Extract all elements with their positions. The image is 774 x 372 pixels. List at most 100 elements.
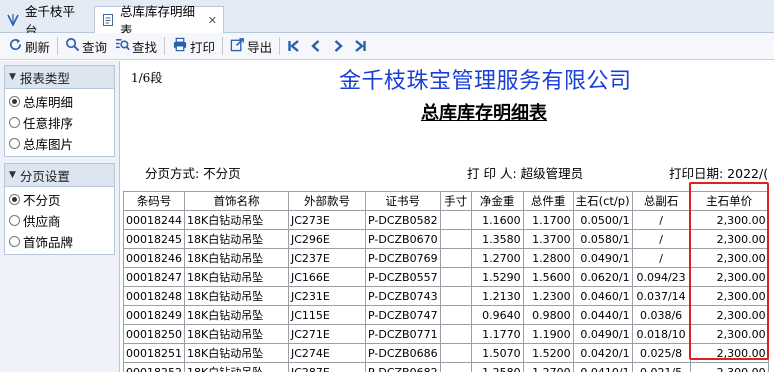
table-cell: 1.5290: [470, 267, 524, 287]
report-type-options: 总库明细 任意排序 总库图片: [4, 89, 115, 157]
first-page-button[interactable]: [283, 35, 305, 57]
tab-inventory-detail[interactable]: 总库库存明细表 ✕: [94, 4, 224, 38]
table-cell: 0.021/5: [631, 362, 691, 372]
document-icon: [101, 13, 115, 27]
table-row[interactable]: 00018251 18K白钻动吊坠 JC274E P-DCZB0686 1.5070 1.…: [123, 343, 769, 363]
table-cell: 2,300.00: [689, 305, 769, 325]
query-button[interactable]: 查询: [61, 35, 111, 57]
radio-no-paging[interactable]: 不分页: [5, 189, 114, 210]
radio-total-images[interactable]: 总库图片: [5, 133, 114, 154]
table-cell: 0.0580/1: [572, 229, 633, 249]
table-cell: 0.094/23: [631, 267, 691, 287]
table-row[interactable]: 0001825218K白钻动吊坠JC287EP-DCZB0682 1.25801.…: [123, 362, 769, 372]
column-header[interactable]: 首饰名称: [184, 191, 289, 211]
table-cell: 0.0460/1: [572, 286, 633, 306]
toolbar-divider: [222, 37, 224, 55]
table-row[interactable]: 00018250 18K白钻动吊坠 JC271E P-DCZB0771 1.1770 1.…: [123, 324, 769, 344]
table-cell: JC231E: [288, 286, 366, 306]
first-page-icon: [288, 40, 299, 52]
table-row[interactable]: 00018248 18K白钻动吊坠 JC231E P-DCZB0743 1.2130 1.…: [123, 286, 769, 306]
tab-platform[interactable]: 金千枝平台: [0, 4, 93, 38]
radio-any-sort[interactable]: 任意排序: [5, 112, 114, 133]
table-cell: 1.5600: [522, 267, 574, 287]
table-row[interactable]: 00018245 18K白钻动吊坠 JC296E P-DCZB0670 1.3580 1.…: [123, 229, 769, 249]
page-indicator: 1/6段: [131, 71, 163, 85]
close-icon[interactable]: ✕: [208, 14, 217, 27]
table-row[interactable]: 00018246 18K白钻动吊坠 JC237E P-DCZB0769 1.2700 1.…: [123, 248, 769, 268]
table-cell: 0.0440/1: [572, 305, 633, 325]
table-cell: 1.2130: [470, 286, 524, 306]
table-cell: /: [631, 248, 691, 268]
column-header[interactable]: 手寸: [439, 191, 472, 211]
table-cell: P-DCZB0682: [365, 362, 441, 372]
table-cell: 18K白钻动吊坠: [184, 286, 289, 306]
column-header[interactable]: 证书号: [365, 191, 441, 211]
table-cell: P-DCZB0769: [365, 248, 441, 268]
column-header[interactable]: 净金重: [470, 191, 524, 211]
table-cell: 1.3580: [470, 229, 524, 249]
find-icon: [115, 37, 132, 55]
paging-options: 不分页 供应商 首饰品牌: [4, 187, 115, 255]
platform-icon: [6, 13, 20, 27]
table-cell: [439, 248, 472, 268]
table-cell: 0.9800: [522, 305, 574, 325]
table-cell: 1.1770: [470, 324, 524, 344]
radio-brand[interactable]: 首饰品牌: [5, 231, 114, 252]
next-page-button[interactable]: [327, 35, 349, 57]
table-cell: JC271E: [288, 324, 366, 344]
export-icon: [230, 37, 247, 55]
table-row[interactable]: 00018247 18K白钻动吊坠 JC166E P-DCZB0557 1.5290 1.…: [123, 267, 769, 287]
last-page-button[interactable]: [349, 35, 371, 57]
table-row[interactable]: 00018244 18K白钻动吊坠 JC273E P-DCZB0582 1.1600 1.…: [123, 210, 769, 230]
table-cell: 1.2300: [522, 286, 574, 306]
company-name: 金千枝珠宝管理服务有限公司: [339, 69, 632, 94]
column-header[interactable]: 外部款号: [288, 191, 366, 211]
table-cell: 1.1700: [522, 210, 574, 230]
print-button[interactable]: 打印: [168, 35, 219, 57]
table-cell: [439, 343, 472, 363]
table-cell: 1.3700: [522, 229, 574, 249]
tab-bar: 金千枝平台 总库库存明细表 ✕: [0, 0, 774, 38]
column-header[interactable]: 总副石: [631, 191, 691, 211]
report-viewer[interactable]: 1/6段 金千枝珠宝管理服务有限公司 总库库存明细表 分页方式: 不分页 打 印…: [121, 61, 774, 372]
find-button[interactable]: 查找: [111, 35, 161, 57]
table-cell: 00018245: [123, 229, 185, 249]
radio-supplier[interactable]: 供应商: [5, 210, 114, 231]
table-cell: 18K白钻动吊坠: [184, 305, 289, 325]
column-header[interactable]: 总件重: [522, 191, 574, 211]
refresh-button[interactable]: 刷新: [4, 35, 54, 57]
column-header[interactable]: 主石(ct/p): [572, 191, 633, 211]
toolbar-divider: [279, 37, 281, 55]
export-button[interactable]: 导出: [226, 35, 276, 57]
table-cell: JC166E: [288, 267, 366, 287]
sidebar: ▼ 报表类型 总库明细 任意排序 总库图片 ▼ 分页设置 不分页 供应商 首饰品…: [0, 61, 120, 372]
table-cell: 18K白钻动吊坠: [184, 267, 289, 287]
radio-total-detail[interactable]: 总库明细: [5, 91, 114, 112]
paging-mode: 分页方式: 不分页: [145, 166, 241, 181]
table-cell: 1.5070: [470, 343, 524, 363]
table-cell: 1.1900: [522, 324, 574, 344]
table-cell: 0.0490/1: [572, 324, 633, 344]
radio-unchecked-icon: [9, 117, 20, 128]
table-cell: 2,300.00: [689, 229, 769, 249]
radio-unchecked-icon: [9, 236, 20, 247]
table-cell: 0.018/10: [631, 324, 691, 344]
refresh-icon: [8, 37, 25, 55]
table-cell: 2,300.00: [689, 343, 769, 363]
table-row[interactable]: 00018249 18K白钻动吊坠 JC115E P-DCZB0747 0.9640 0.…: [123, 305, 769, 325]
radio-checked-icon: [9, 96, 20, 107]
column-header[interactable]: 主石单价: [689, 191, 769, 211]
table-cell: JC274E: [288, 343, 366, 363]
previous-page-button[interactable]: [305, 35, 327, 57]
chevron-right-icon: [334, 40, 343, 52]
section-header-paging[interactable]: ▼ 分页设置: [4, 163, 115, 187]
table-cell: 00018248: [123, 286, 185, 306]
table-cell: 1.2800: [522, 248, 574, 268]
table-cell: 2,300.00: [689, 210, 769, 230]
table-cell: 2,300.00: [689, 248, 769, 268]
section-header-report-type[interactable]: ▼ 报表类型: [4, 65, 115, 89]
table-cell: 0.9640: [470, 305, 524, 325]
search-icon: [65, 37, 82, 55]
column-header[interactable]: 条码号: [123, 191, 185, 211]
table-cell: 0.038/6: [631, 305, 691, 325]
